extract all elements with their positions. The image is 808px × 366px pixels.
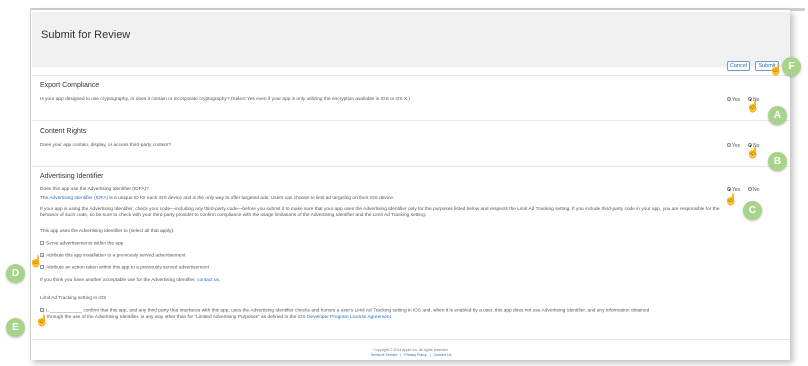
content-rights-yes-radio[interactable]: Yes: [727, 143, 740, 149]
page-title: Submit for Review: [41, 29, 131, 41]
callout-badge-b: B: [768, 152, 787, 171]
checkbox-label: Attribute an action taken within this ap…: [46, 265, 209, 271]
contact-us-link[interactable]: contact us: [197, 278, 219, 283]
serve-ads-checkbox[interactable]: Serve advertisements within the app: [40, 240, 124, 247]
lat-confirm-line1: I, ____________ confirm that this app, a…: [46, 308, 650, 314]
radio-icon: [727, 143, 731, 148]
radio-selected-icon: [727, 187, 731, 192]
idfa-usage-note: If your app is using the Advertising Ide…: [40, 207, 720, 218]
export-compliance-question: Is your app designed to use cryptography…: [40, 97, 411, 102]
callout-badge-f: F: [782, 57, 801, 76]
lat-line2-text: through the use of the Advertising Ident…: [47, 315, 298, 320]
page-header: Submit for Review: [32, 12, 790, 67]
idfa-link[interactable]: Advertising Identifier (IDFA): [49, 196, 108, 201]
checkbox-label: Attribute this app installation to a pre…: [46, 253, 186, 259]
cancel-button[interactable]: Cancel: [727, 61, 750, 71]
other-use-end: .: [218, 278, 221, 283]
other-use-text: If you think you have another acceptable…: [40, 278, 198, 283]
radio-label: Yes: [732, 143, 741, 149]
desc-suffix: is a unique ID for each iOS device and i…: [108, 196, 395, 201]
divider: [32, 339, 790, 340]
idfa-no-radio[interactable]: No: [748, 187, 759, 193]
idfa-question: Does this app use the Advertising Identi…: [40, 187, 149, 192]
hand-cursor-icon: ☝: [769, 64, 783, 76]
export-compliance-title: Export Compliance: [40, 82, 100, 89]
hand-cursor-icon: ☝: [29, 256, 43, 268]
idfa-yes-radio[interactable]: Yes: [727, 187, 740, 193]
checkmark-icon: ✓: [40, 307, 45, 313]
export-compliance-yes-radio[interactable]: Yes: [727, 97, 740, 103]
lat-confirm-line2: through the use of the Advertising Ident…: [47, 315, 392, 321]
divider: [32, 75, 790, 76]
limit-ad-tracking-checkbox[interactable]: ✓ I, ____________ confirm that this app, …: [40, 307, 650, 314]
footer-privacy-link[interactable]: Privacy Policy: [404, 353, 426, 357]
desc-prefix: The: [40, 196, 50, 201]
checkbox-icon: [40, 240, 44, 245]
callout-badge-a: A: [768, 106, 787, 125]
footer-links: Terms of Service | Privacy Policy | Contact …: [370, 353, 452, 357]
content-rights-question: Does your app contain, display, or acces…: [40, 143, 172, 148]
footer-terms-link[interactable]: Terms of Service: [371, 353, 398, 357]
license-agreement-link[interactable]: iOS Developer Program License Agreement: [298, 315, 391, 320]
callout-badge-e: E: [6, 318, 25, 337]
idfa-description: The Advertising Identifier (IDFA) is a u…: [40, 196, 394, 202]
hand-cursor-icon: ☝: [746, 147, 760, 159]
radio-label: Yes: [732, 187, 741, 193]
limit-ad-tracking-title: Limit Ad Tracking setting in iOS: [40, 296, 107, 301]
lat-end: .: [390, 315, 393, 320]
hand-cursor-icon: ☝: [35, 315, 49, 327]
callout-badge-d: D: [6, 264, 25, 283]
radio-label: No: [753, 187, 760, 193]
hand-cursor-icon: ☝: [746, 101, 760, 113]
advertising-identifier-title: Advertising Identifier: [40, 173, 104, 180]
callout-badge-c: C: [743, 201, 762, 220]
idfa-uses-label: This app uses the Advertising Identifier…: [40, 229, 175, 234]
checkbox-label: Serve advertisements within the app: [46, 241, 124, 247]
divider: [32, 166, 790, 167]
footer-contact-link[interactable]: Contact Us: [434, 353, 452, 357]
other-use-note: If you think you have another acceptable…: [40, 278, 220, 284]
content-rights-title: Content Rights: [40, 128, 87, 135]
submit-for-review-panel: Submit for Review Cancel Submit Export C…: [30, 10, 790, 360]
attribute-install-checkbox[interactable]: ✓ Attribute this app installation to a pr…: [40, 252, 186, 259]
hand-cursor-icon: ☝: [724, 194, 738, 206]
attribute-action-checkbox[interactable]: Attribute an action taken within this ap…: [40, 264, 209, 271]
footer-copyright: Copyright © 2014 Apple Inc. All rights r…: [373, 348, 449, 352]
radio-icon: [748, 187, 752, 192]
radio-label: Yes: [732, 97, 741, 103]
radio-icon: [727, 97, 731, 102]
divider: [32, 120, 790, 121]
